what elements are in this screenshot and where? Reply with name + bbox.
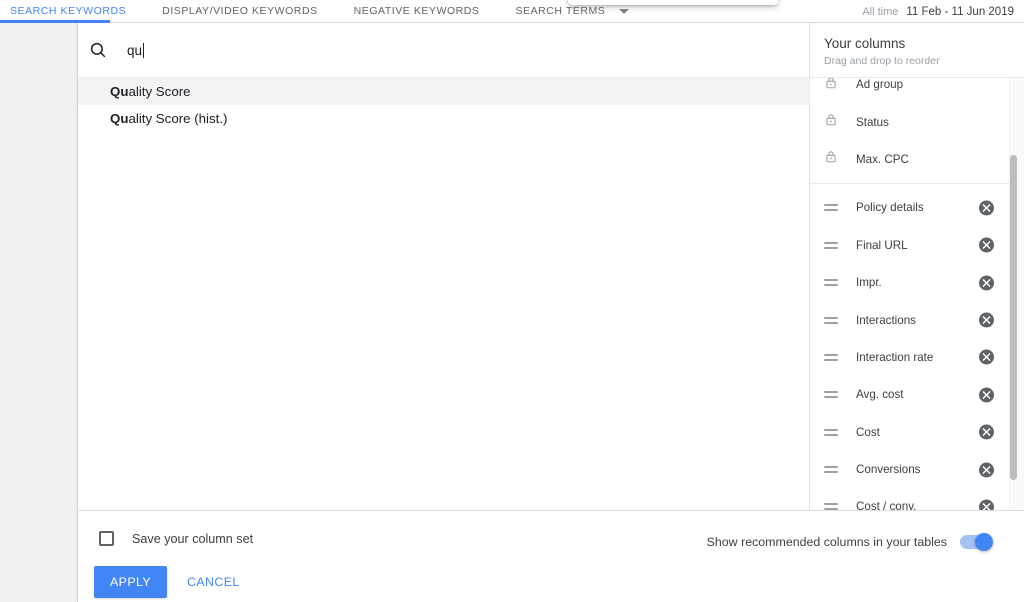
close-circle-icon[interactable]: [979, 275, 994, 291]
search-icon: [89, 41, 107, 59]
column-row-cost[interactable]: Cost: [810, 414, 1010, 451]
close-circle-icon[interactable]: [979, 312, 994, 328]
column-row-max-cpc: Max. CPC: [810, 141, 1010, 178]
close-circle-icon[interactable]: [979, 237, 994, 253]
floating-panel-above: [568, 0, 778, 5]
your-columns-list: Ad group Status Max. CPC Policy details …: [810, 78, 1010, 510]
column-label-impr: Impr.: [856, 276, 882, 290]
column-row-conversions[interactable]: Conversions: [810, 451, 1010, 488]
column-row-impr[interactable]: Impr.: [810, 264, 1010, 301]
lock-icon: [824, 149, 838, 169]
search-input-value: qu: [127, 42, 143, 58]
column-row-avg-cost[interactable]: Avg. cost: [810, 376, 1010, 413]
column-label-interaction-rate: Interaction rate: [856, 350, 934, 364]
suggestion-quality-score[interactable]: Quality Score: [78, 78, 810, 105]
cancel-button[interactable]: Cancel: [173, 566, 254, 598]
column-label-max-cpc: Max. CPC: [856, 152, 909, 166]
lock-icon: [824, 78, 838, 95]
close-circle-icon[interactable]: [979, 462, 994, 478]
column-row-interactions[interactable]: Interactions: [810, 301, 1010, 338]
column-row-cost-per-conv[interactable]: Cost / conv.: [810, 488, 1010, 510]
drag-handle-icon[interactable]: [824, 279, 838, 287]
scrollbar-thumb[interactable]: [1010, 155, 1017, 480]
drag-handle-icon[interactable]: [824, 428, 838, 436]
column-label-policy-details: Policy details: [856, 201, 924, 215]
recommended-columns-toggle[interactable]: [960, 533, 993, 551]
suggestion-rest-0: ality Score: [128, 84, 191, 99]
search-row[interactable]: qu: [78, 23, 810, 78]
close-circle-icon[interactable]: [979, 387, 994, 403]
column-label-conversions: Conversions: [856, 463, 921, 477]
suggestion-match-0: Qu: [110, 84, 129, 99]
drag-handle-icon[interactable]: [824, 353, 838, 361]
tab-search-keywords[interactable]: Search keywords: [0, 0, 144, 23]
save-column-set-row[interactable]: Save your column set: [99, 531, 253, 546]
footer-button-row: Apply Cancel: [94, 566, 254, 598]
column-row-policy-details[interactable]: Policy details: [810, 189, 1010, 226]
modal-footer: Save your column set Show recommended co…: [78, 510, 1024, 602]
column-label-ad-group: Ad group: [856, 78, 904, 92]
suggestion-rest-1: ality Score (hist.): [128, 111, 228, 126]
your-columns-scrollbar[interactable]: [1010, 78, 1017, 510]
suggestion-quality-score-hist[interactable]: Quality Score (hist.): [78, 105, 810, 132]
lock-icon: [824, 112, 838, 132]
search-input[interactable]: qu: [127, 40, 145, 60]
column-row-final-url[interactable]: Final URL: [810, 227, 1010, 264]
tab-display-video-keywords[interactable]: Display/Video keywords: [144, 0, 335, 23]
tab-list: Search keywords Display/Video keywords N…: [0, 0, 647, 23]
column-row-status: Status: [810, 103, 1010, 140]
drag-handle-icon[interactable]: [824, 241, 838, 249]
column-row-ad-group: Ad group: [810, 78, 1010, 103]
column-label-status: Status: [856, 115, 889, 129]
recommended-columns-row[interactable]: Show recommended columns in your tables: [706, 533, 993, 551]
close-circle-icon[interactable]: [979, 424, 994, 440]
tab-display-video-keywords-label: Display/Video keywords: [162, 5, 318, 17]
drag-handle-icon[interactable]: [824, 204, 838, 212]
suggestion-match-1: Qu: [110, 111, 129, 126]
tab-negative-keywords[interactable]: Negative keywords: [336, 0, 498, 23]
app-root: Search keywords Display/Video keywords N…: [0, 0, 1024, 602]
tab-search-terms-label: Search terms: [515, 5, 606, 17]
column-label-final-url: Final URL: [856, 238, 908, 252]
recommended-columns-label: Show recommended columns in your tables: [706, 535, 947, 549]
toggle-knob: [975, 533, 993, 551]
drag-handle-icon[interactable]: [824, 391, 838, 399]
your-columns-header: Your columns Drag and drop to reorder: [810, 23, 1024, 78]
column-label-interactions: Interactions: [856, 313, 916, 327]
close-circle-icon[interactable]: [979, 499, 994, 510]
close-circle-icon[interactable]: [979, 349, 994, 365]
search-suggestion-list: Quality Score Quality Score (hist.): [78, 78, 810, 132]
column-label-cost-per-conv: Cost / conv.: [856, 500, 917, 510]
text-cursor: [143, 42, 145, 58]
tab-search-keywords-label: Search keywords: [10, 5, 127, 17]
apply-button[interactable]: Apply: [94, 566, 168, 598]
date-range-value: 11 Feb - 11 Jun 2019: [906, 5, 1014, 18]
your-columns-scroll-area[interactable]: Ad group Status Max. CPC Policy details …: [810, 78, 1024, 510]
your-columns-subtitle: Drag and drop to reorder: [824, 55, 940, 67]
drag-handle-icon[interactable]: [824, 316, 838, 324]
list-divider: [810, 183, 1010, 185]
date-range-preset-label: All time: [862, 5, 899, 18]
your-columns-pane: Your columns Drag and drop to reorder Ad…: [810, 23, 1024, 510]
date-range-selector[interactable]: All time 11 Feb - 11 Jun 2019: [862, 0, 1014, 23]
column-label-avg-cost: Avg. cost: [856, 388, 904, 402]
column-label-cost: Cost: [856, 425, 880, 439]
top-tab-bar: Search keywords Display/Video keywords N…: [0, 0, 1024, 23]
your-columns-title: Your columns: [824, 36, 906, 51]
save-column-set-checkbox[interactable]: [99, 531, 114, 546]
save-column-set-label: Save your column set: [132, 531, 254, 546]
drag-handle-icon[interactable]: [824, 466, 838, 474]
close-circle-icon[interactable]: [979, 200, 994, 216]
tab-negative-keywords-label: Negative keywords: [353, 5, 480, 17]
columns-modal: qu Quality Score Quality Score (hist.) Y…: [78, 23, 1024, 602]
column-search-pane: qu Quality Score Quality Score (hist.): [78, 23, 810, 510]
chevron-down-icon: [618, 8, 629, 14]
column-row-interaction-rate[interactable]: Interaction rate: [810, 339, 1010, 376]
page-left-rail: [0, 23, 78, 602]
